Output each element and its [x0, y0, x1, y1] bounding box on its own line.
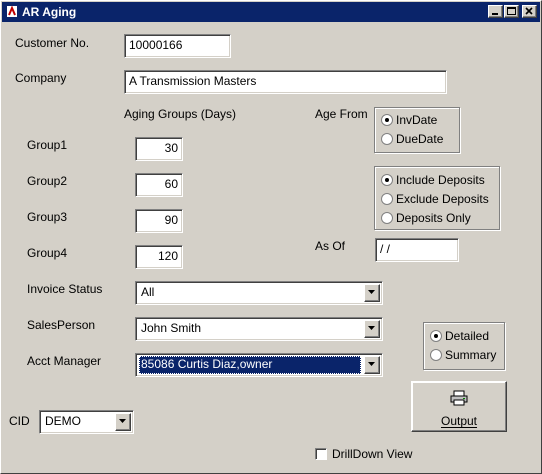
company-label: Company	[15, 71, 67, 85]
chevron-down-icon	[368, 290, 375, 294]
maximize-button[interactable]	[504, 5, 519, 18]
deposits-only-label: Deposits Only	[396, 211, 471, 225]
group2-input[interactable]: 60	[135, 173, 183, 197]
age-from-label: Age From	[315, 107, 368, 121]
drilldown-view-label: DrillDown View	[332, 447, 413, 461]
printer-icon	[450, 390, 468, 406]
exclude-deposits-label: Exclude Deposits	[396, 192, 489, 206]
salesperson-label: SalesPerson	[27, 318, 96, 332]
acct-manager-dropdown-button[interactable]	[364, 356, 380, 374]
company-input[interactable]: A Transmission Masters	[124, 70, 447, 94]
output-button-label: Output	[440, 414, 478, 428]
group1-input[interactable]: 30	[135, 137, 183, 161]
radio-unselected-icon	[381, 193, 393, 205]
radio-selected-icon	[430, 330, 442, 342]
chevron-down-icon	[368, 362, 375, 366]
salesperson-value: John Smith	[141, 321, 202, 335]
output-button[interactable]: Output	[411, 381, 507, 432]
group3-label: Group3	[27, 210, 68, 224]
chevron-down-icon	[119, 419, 126, 423]
acct-manager-label: Acct Manager	[27, 354, 102, 368]
maximize-icon	[507, 7, 516, 15]
invoice-status-dropdown-button[interactable]	[364, 284, 380, 302]
salesperson-dropdown-button[interactable]	[364, 320, 380, 338]
aging-groups-heading: Aging Groups (Days)	[124, 107, 237, 121]
cid-value: DEMO	[45, 414, 81, 428]
group3-input[interactable]: 90	[135, 209, 183, 233]
detailed-label: Detailed	[445, 329, 490, 343]
app-icon	[6, 5, 18, 18]
deposits-group: Include Deposits Exclude Deposits Deposi…	[374, 166, 500, 230]
cid-dropdown-button[interactable]	[115, 413, 131, 431]
acct-manager-value: 85086 Curtis Diaz,owner	[139, 356, 361, 374]
include-deposits-label: Include Deposits	[396, 173, 485, 187]
group1-label: Group1	[27, 138, 68, 152]
invoice-status-select[interactable]: All	[135, 281, 383, 305]
drilldown-view-checkbox[interactable]: DrillDown View	[315, 447, 435, 463]
window-title: AR Aging	[22, 5, 77, 19]
ar-aging-window: AR Aging Customer No. 10000166 Company A…	[0, 0, 542, 474]
group4-label: Group4	[27, 246, 68, 260]
customer-no-input[interactable]: 10000166	[124, 34, 231, 58]
radio-unselected-icon	[381, 212, 393, 224]
report-type-group: Detailed Summary	[423, 322, 505, 370]
checkbox-unchecked-icon	[315, 448, 327, 460]
age-from-group: InvDate DueDate	[374, 107, 460, 153]
customer-no-label: Customer No.	[15, 36, 90, 50]
radio-selected-icon	[381, 114, 393, 126]
title-bar[interactable]: AR Aging	[2, 2, 540, 22]
minimize-icon	[492, 13, 498, 15]
as-of-label: As Of	[315, 239, 346, 253]
summary-label: Summary	[445, 348, 497, 362]
chevron-down-icon	[368, 326, 375, 330]
age-from-duedate-label: DueDate	[396, 132, 444, 146]
invoice-status-label: Invoice Status	[27, 282, 103, 296]
close-button[interactable]	[522, 5, 537, 18]
age-from-invdate-label: InvDate	[396, 113, 438, 127]
radio-unselected-icon	[381, 133, 393, 145]
radio-selected-icon	[381, 174, 393, 186]
minimize-button[interactable]	[488, 5, 503, 18]
salesperson-select[interactable]: John Smith	[135, 317, 383, 341]
radio-unselected-icon	[430, 349, 442, 361]
group2-label: Group2	[27, 174, 68, 188]
invoice-status-value: All	[141, 285, 155, 299]
acct-manager-select[interactable]: 85086 Curtis Diaz,owner	[135, 353, 383, 377]
cid-label: CID	[9, 414, 30, 428]
group4-input[interactable]: 120	[135, 245, 183, 269]
as-of-input[interactable]: / /	[375, 238, 459, 262]
close-icon	[525, 7, 533, 15]
cid-select[interactable]: DEMO	[39, 410, 134, 434]
